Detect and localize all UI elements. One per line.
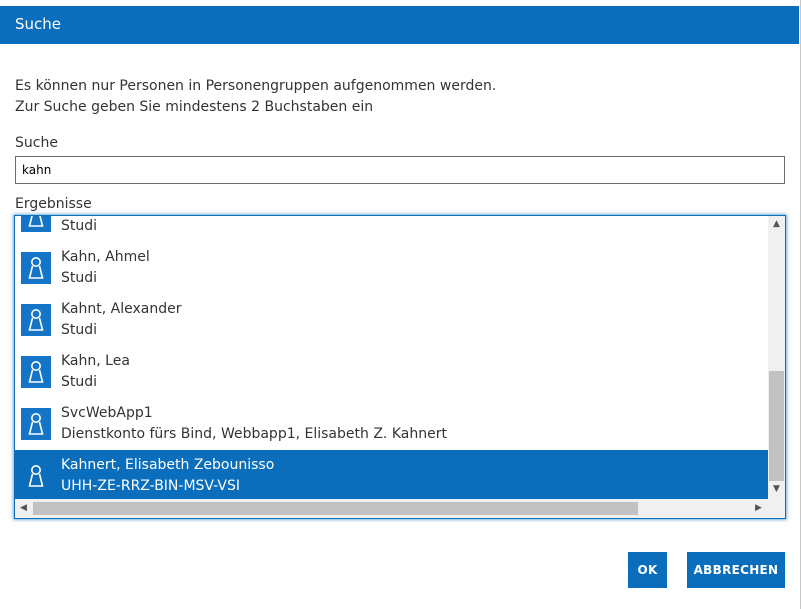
person-icon	[21, 408, 51, 440]
scroll-right-icon[interactable]: ▶	[750, 503, 767, 513]
dialog-title: Suche	[0, 6, 799, 44]
person-icon	[21, 216, 51, 232]
cancel-button[interactable]: ABBRECHEN	[687, 552, 785, 588]
result-item[interactable]: Kahnt, Alexander Studi	[15, 294, 768, 346]
scroll-left-icon[interactable]: ◀	[15, 503, 32, 513]
horizontal-scrollbar[interactable]: ◀ ▶	[15, 499, 785, 518]
result-name: Kahnert, Elisabeth Zebounisso	[61, 457, 275, 473]
vertical-scroll-thumb[interactable]	[769, 371, 784, 481]
result-item[interactable]: SvcWebApp1 Dienstkonto fürs Bind, Webbap…	[15, 398, 768, 450]
result-name: SvcWebApp1	[61, 405, 153, 421]
result-subtitle: Studi	[61, 322, 98, 338]
vertical-scrollbar[interactable]: ▲ ▼	[768, 216, 785, 499]
results-label: Ergebnisse	[15, 196, 92, 212]
info-line-2: Zur Suche geben Sie mindestens 2 Buchsta…	[15, 99, 374, 115]
person-icon	[21, 460, 51, 492]
result-subtitle: UHH-ZE-RRZ-BIN-MSV-VSI	[61, 478, 240, 494]
search-dialog: Suche Es können nur Personen in Personen…	[0, 0, 801, 609]
result-subtitle: Studi	[61, 374, 98, 390]
person-icon	[21, 252, 51, 284]
person-icon	[21, 356, 51, 388]
result-subtitle: Studi	[61, 218, 98, 234]
ok-button[interactable]: OK	[628, 552, 667, 588]
horizontal-scroll-thumb[interactable]	[33, 502, 638, 515]
info-line-1: Es können nur Personen in Personengruppe…	[15, 78, 497, 94]
result-item-selected[interactable]: Kahnert, Elisabeth Zebounisso UHH-ZE-RRZ…	[15, 450, 768, 502]
search-label: Suche	[15, 135, 58, 151]
result-subtitle: Dienstkonto fürs Bind, Webbapp1, Elisabe…	[61, 426, 447, 442]
person-icon	[21, 304, 51, 336]
result-name: Kahn, Lea	[61, 353, 130, 369]
results-list[interactable]: Studi Kahn, Ahmel Studi Kahnt, Alexander…	[14, 215, 786, 519]
result-item[interactable]: Kahn, Ahmel Studi	[15, 242, 768, 294]
scroll-up-icon[interactable]: ▲	[768, 219, 785, 229]
info-text: Es können nur Personen in Personengruppe…	[15, 76, 775, 118]
scroll-down-icon[interactable]: ▼	[768, 484, 785, 494]
result-name: Kahnt, Alexander	[61, 301, 182, 317]
search-input[interactable]	[15, 156, 785, 184]
result-item[interactable]: Studi	[15, 216, 768, 242]
result-name: Kahn, Ahmel	[61, 249, 150, 265]
result-item[interactable]: Kahn, Lea Studi	[15, 346, 768, 398]
result-subtitle: Studi	[61, 270, 98, 286]
results-rows: Studi Kahn, Ahmel Studi Kahnt, Alexander…	[15, 216, 768, 502]
